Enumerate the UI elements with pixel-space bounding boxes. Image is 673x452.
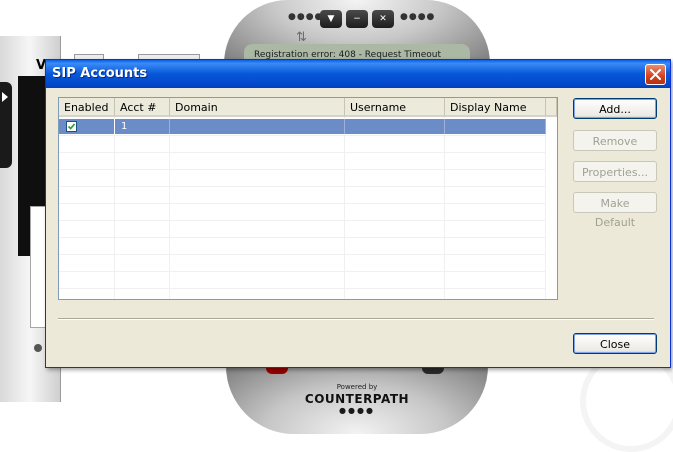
separator: [58, 318, 654, 320]
sync-icon: ⇅: [296, 30, 307, 45]
close-icon[interactable]: [645, 64, 666, 85]
enabled-checkbox[interactable]: [66, 121, 77, 132]
dots-icon: ●●●●: [400, 12, 436, 22]
dialog-title: SIP Accounts: [52, 66, 148, 81]
softphone-indicator: [34, 344, 42, 352]
add-button[interactable]: Add...: [573, 98, 657, 119]
minimize-icon[interactable]: −: [346, 10, 368, 28]
remove-button[interactable]: Remove: [573, 130, 657, 151]
column-header-username[interactable]: Username: [345, 98, 445, 117]
close-button[interactable]: Close: [573, 333, 657, 354]
display-name-cell: [445, 119, 546, 134]
table-row: [59, 136, 546, 153]
domain-cell: [170, 119, 345, 134]
column-header-enabled[interactable]: Enabled: [59, 98, 115, 117]
column-header-domain[interactable]: Domain: [170, 98, 345, 117]
close-phone-icon[interactable]: ✕: [372, 10, 394, 28]
dropdown-icon[interactable]: ▼: [320, 10, 342, 28]
expand-arrow-icon[interactable]: [2, 92, 8, 102]
table-row: [59, 221, 546, 238]
column-header-display-name[interactable]: Display Name: [445, 98, 546, 117]
table-row: [59, 238, 546, 255]
properties-button[interactable]: Properties...: [573, 161, 657, 182]
brand-logo-text: COUNTERPATH: [304, 392, 410, 406]
softphone-top: ●●●● ▼ − ✕ ●●●● ⇅ Registration error: 40…: [224, 0, 490, 64]
table-row: [59, 272, 546, 289]
sip-accounts-dialog: SIP Accounts Enabled Acct # Domain Usern…: [45, 59, 671, 368]
dialog-title-bar[interactable]: SIP Accounts: [46, 60, 670, 88]
column-header-acct[interactable]: Acct #: [115, 98, 170, 117]
dots-icon: ●●●●: [339, 406, 375, 415]
table-row: [59, 204, 546, 221]
username-cell: [345, 119, 445, 134]
table-row: [59, 170, 546, 187]
column-header-filler: [546, 98, 557, 117]
powered-by-text: Powered by: [336, 383, 378, 391]
table-row: [59, 255, 546, 272]
accounts-list[interactable]: Enabled Acct # Domain Username Display N…: [58, 97, 558, 300]
softphone-bottom: Powered by COUNTERPATH ●●●●: [226, 366, 488, 434]
make-default-button[interactable]: Make Default: [573, 192, 657, 229]
enabled-cell: [59, 119, 115, 134]
acct-cell: 1: [115, 119, 170, 134]
dots-icon: ●●●●: [288, 12, 324, 22]
table-row: [59, 187, 546, 204]
account-row[interactable]: 1: [59, 119, 546, 134]
table-row: [59, 153, 546, 170]
